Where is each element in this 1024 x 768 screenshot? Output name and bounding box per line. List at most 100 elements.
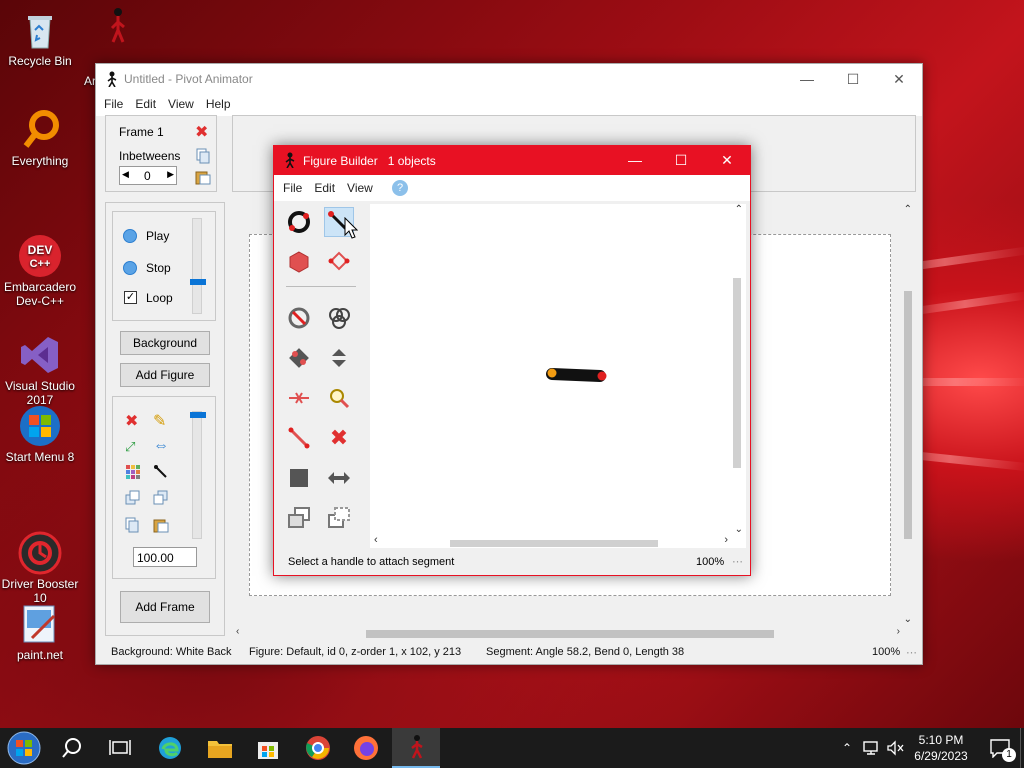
stepper-left-icon[interactable]: ◀ <box>122 169 129 180</box>
help-icon[interactable]: ? <box>392 180 408 196</box>
clock[interactable]: 5:10 PM 6/29/2023 <box>908 732 974 764</box>
copy-figure-icon[interactable] <box>125 517 143 535</box>
search-icon[interactable] <box>48 728 96 768</box>
bring-front-icon[interactable] <box>125 490 143 508</box>
magnify-segment-tool-icon[interactable] <box>324 383 354 413</box>
flip-horizontal-tool-icon[interactable] <box>324 463 354 493</box>
pivot-handle-orange[interactable] <box>547 368 557 378</box>
notifications-icon[interactable]: 1 <box>976 728 1024 768</box>
fill-tool-icon[interactable] <box>284 463 314 493</box>
file-explorer-icon[interactable] <box>196 728 244 768</box>
fb-menu-view[interactable]: View <box>341 175 379 198</box>
bring-front-tool-icon[interactable] <box>284 503 314 533</box>
menu-file[interactable]: File <box>98 94 129 114</box>
close-button[interactable]: ✕ <box>876 64 922 94</box>
chrome-icon[interactable] <box>294 728 342 768</box>
stepper-right-icon[interactable]: ▶ <box>167 169 174 180</box>
diagonal-segment-tool-icon[interactable] <box>284 423 314 453</box>
fb-menu-edit[interactable]: Edit <box>308 175 341 198</box>
center-figure-icon[interactable]: ⤢ <box>125 439 143 457</box>
desktop-icon-start-menu-8[interactable]: Start Menu 8 <box>0 404 80 464</box>
pivot-taskbar-icon[interactable] <box>392 728 440 768</box>
fb-resize-grip-icon[interactable]: ⋯ <box>732 555 743 568</box>
fb-maximize-button[interactable]: ☐ <box>658 146 704 175</box>
paste-figure-icon[interactable] <box>153 517 171 535</box>
figure-builder-canvas[interactable]: ⌃ ⌄ ‹ › <box>370 204 746 548</box>
flip-figure-icon[interactable]: ⇔ <box>153 437 171 455</box>
scroll-right-icon[interactable]: › <box>897 626 900 637</box>
start-button[interactable] <box>0 728 48 768</box>
split-segment-tool-icon[interactable] <box>284 383 314 413</box>
store-icon[interactable] <box>244 728 292 768</box>
show-hidden-icons-icon[interactable]: ⌃ <box>836 728 858 768</box>
static-segment-tool-icon[interactable] <box>284 303 314 333</box>
scale-input[interactable]: 100.00 <box>133 547 197 567</box>
menu-view[interactable]: View <box>162 94 200 114</box>
menu-help[interactable]: Help <box>200 94 237 114</box>
segment-handle-red[interactable] <box>597 371 607 381</box>
edit-figure-icon[interactable]: ✎ <box>153 411 171 430</box>
show-desktop-button[interactable] <box>1020 728 1024 768</box>
resize-grip-icon[interactable]: ⋯ <box>906 646 917 659</box>
desktop-icon-paint-net[interactable]: paint.net <box>0 602 80 662</box>
desktop-icon-everything[interactable]: Everything <box>0 108 80 168</box>
fb-vscroll-thumb[interactable] <box>733 278 741 468</box>
delete-segment-tool-icon[interactable]: ✖ <box>324 423 354 453</box>
stop-icon[interactable] <box>123 261 137 275</box>
figure-segment[interactable] <box>540 362 610 386</box>
move-up-down-tool-icon[interactable] <box>324 343 354 373</box>
main-titlebar[interactable]: Untitled - Pivot Animator — ☐ ✕ <box>96 64 922 94</box>
loop-checkbox[interactable]: ✓ <box>124 291 137 304</box>
stop-button[interactable]: Stop <box>146 261 171 275</box>
scroll-down-icon[interactable]: ⌄ <box>904 614 912 625</box>
fb-scroll-right-icon[interactable]: › <box>724 534 728 546</box>
scale-slider[interactable] <box>190 411 206 539</box>
play-icon[interactable] <box>123 229 137 243</box>
polygon-tool-icon[interactable] <box>284 247 314 277</box>
edge-icon[interactable] <box>146 728 194 768</box>
speed-slider[interactable] <box>190 218 206 314</box>
multi-line-tool-icon[interactable] <box>324 247 354 277</box>
desktop-icon-recycle-bin[interactable]: Recycle Bin <box>0 8 80 68</box>
delete-figure-icon[interactable]: ✖ <box>125 411 143 430</box>
firefox-icon[interactable] <box>342 728 390 768</box>
menu-edit[interactable]: Edit <box>129 94 162 114</box>
main-menubar: File Edit View Help <box>96 94 922 116</box>
copy-frame-icon[interactable] <box>196 148 214 166</box>
fb-scroll-left-icon[interactable]: ‹ <box>374 534 378 546</box>
fb-close-button[interactable]: ✕ <box>704 146 750 175</box>
background-button[interactable]: Background <box>120 331 210 355</box>
fb-menu-file[interactable]: File <box>277 175 308 198</box>
scale-slider-thumb[interactable] <box>190 412 206 418</box>
fb-hscroll-thumb[interactable] <box>450 540 658 547</box>
figure-builder-titlebar[interactable]: Figure Builder 1 objects — ☐ ✕ <box>274 146 750 175</box>
paste-frame-icon[interactable] <box>195 169 213 187</box>
speed-slider-thumb[interactable] <box>190 279 206 285</box>
play-button[interactable]: Play <box>146 229 169 243</box>
fb-minimize-button[interactable]: — <box>612 146 658 175</box>
segment-color-tool-icon[interactable] <box>284 343 314 373</box>
join-circles-tool-icon[interactable] <box>324 303 354 333</box>
minimize-button[interactable]: — <box>784 64 830 94</box>
canvas-hscroll-thumb[interactable] <box>366 630 774 638</box>
fb-scroll-up-icon[interactable]: ⌃ <box>735 204 743 215</box>
join-figure-icon[interactable] <box>153 464 171 482</box>
volume-muted-icon[interactable] <box>884 728 906 768</box>
inbetweens-stepper[interactable]: ◀ 0 ▶ <box>119 166 177 185</box>
send-back-tool-icon[interactable] <box>324 503 354 533</box>
network-icon[interactable] <box>860 728 882 768</box>
delete-frame-icon[interactable]: ✖ <box>195 125 213 143</box>
scroll-up-icon[interactable]: ⌃ <box>904 204 912 215</box>
color-figure-icon[interactable] <box>125 464 143 482</box>
scroll-left-icon[interactable]: ‹ <box>236 626 239 637</box>
inbetweens-value[interactable]: 0 <box>144 169 151 183</box>
send-back-icon[interactable] <box>153 490 171 508</box>
add-figure-button[interactable]: Add Figure <box>120 363 210 387</box>
canvas-vscroll-thumb[interactable] <box>904 291 912 539</box>
task-view-icon[interactable] <box>96 728 144 768</box>
desktop-icon-pivot-animator[interactable]: Ar <box>84 6 132 88</box>
maximize-button[interactable]: ☐ <box>830 64 876 94</box>
circle-segment-tool-icon[interactable] <box>284 207 314 237</box>
add-frame-button[interactable]: Add Frame <box>120 591 210 623</box>
fb-scroll-down-icon[interactable]: ⌄ <box>735 524 743 535</box>
